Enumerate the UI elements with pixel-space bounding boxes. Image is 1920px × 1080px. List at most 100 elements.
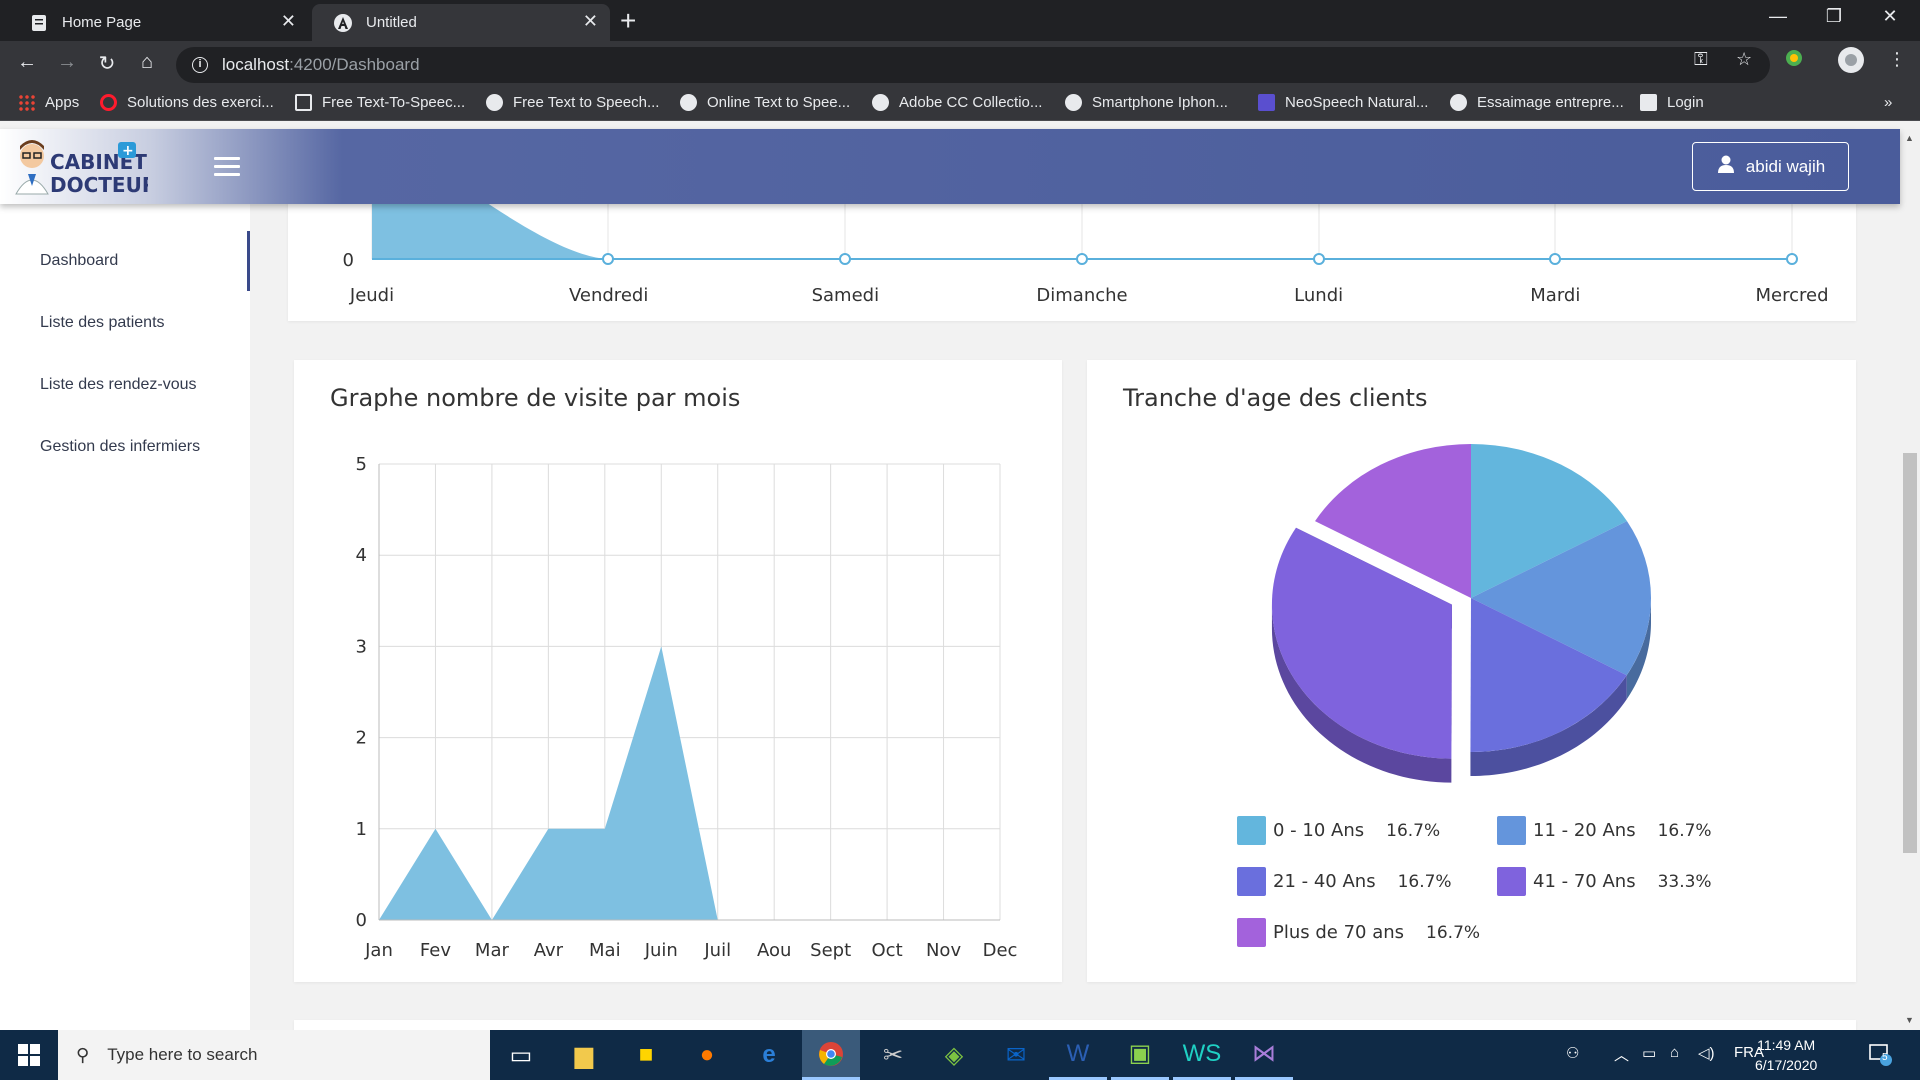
weekly-point	[1786, 253, 1798, 265]
legend-swatch	[1237, 918, 1266, 947]
firefox-icon[interactable]: ●	[678, 1030, 736, 1080]
task-view-icon[interactable]: ▭	[492, 1030, 550, 1080]
legend-item[interactable]: 0 - 10 Ans 16.7%	[1237, 816, 1440, 845]
more-bookmarks-icon[interactable]: »	[1884, 94, 1892, 111]
globe-icon	[680, 94, 697, 111]
bookmark-item[interactable]: Essaimage entrepre...	[1450, 94, 1624, 111]
page-scrollbar[interactable]: ▲ ▼	[1900, 129, 1920, 1030]
key-icon[interactable]: ⚿	[1694, 49, 1708, 70]
profile-avatar[interactable]	[1838, 47, 1864, 78]
menu-kebab-icon[interactable]: ⋮	[1888, 49, 1906, 70]
outlook-icon[interactable]: ✉	[987, 1030, 1045, 1080]
site-info-icon[interactable]: i	[192, 57, 208, 73]
hamburger-menu-icon[interactable]	[214, 157, 240, 177]
back-icon[interactable]: ←	[12, 51, 42, 74]
visual-studio-icon[interactable]: ⋈	[1235, 1030, 1293, 1080]
clock-time: 11:49 AM	[1757, 1037, 1816, 1053]
file-explorer-icon[interactable]: ▆	[555, 1030, 613, 1080]
volume-icon[interactable]: ◁)	[1698, 1044, 1715, 1062]
bookmark-item[interactable]: Adobe CC Collectio...	[872, 94, 1042, 111]
globe-icon	[1450, 94, 1467, 111]
sticky-notes-icon[interactable]: ■	[617, 1030, 675, 1080]
age-pie-chart	[1271, 444, 1651, 783]
legend-label: 21 - 40 Ans	[1273, 871, 1376, 892]
pycharm-icon[interactable]: ▣	[1111, 1030, 1169, 1080]
x-tick-label: Mai	[589, 940, 621, 961]
legend-swatch	[1497, 867, 1526, 896]
bookmark-item[interactable]: Login	[1640, 94, 1704, 111]
start-button[interactable]	[0, 1030, 58, 1080]
battery-icon[interactable]: ▭	[1642, 1044, 1656, 1062]
scroll-down-icon[interactable]: ▼	[1905, 1015, 1914, 1025]
network-icon[interactable]: ⌂	[1670, 1044, 1679, 1061]
forward-icon[interactable]: →	[52, 51, 82, 74]
bookmark-item[interactable]: Free Text-To-Speec...	[295, 94, 465, 111]
legend-label: Plus de 70 ans	[1273, 922, 1405, 943]
address-bar[interactable]: i localhost:4200/Dashboard	[176, 47, 1770, 83]
star-icon[interactable]: ☆	[1736, 49, 1752, 70]
tab-untitled[interactable]: Untitled ✕	[312, 4, 610, 41]
snipping-tool-icon[interactable]: ✂	[864, 1030, 922, 1080]
chrome-icon[interactable]	[802, 1030, 860, 1080]
sidebar-item-infermiers[interactable]: Gestion des infermiers	[0, 417, 250, 477]
android-studio-icon[interactable]: ◈	[925, 1030, 983, 1080]
bookmark-item[interactable]: Free Text to Speech...	[486, 94, 659, 111]
legend-label: 11 - 20 Ans	[1533, 820, 1636, 841]
show-hidden-icons-icon[interactable]: ︿	[1614, 1044, 1629, 1065]
word-icon[interactable]: W	[1049, 1030, 1107, 1080]
notifications-icon[interactable]: 5	[1868, 1042, 1892, 1070]
extension-icon[interactable]	[1785, 49, 1803, 72]
notification-count: 5	[1882, 1052, 1888, 1063]
x-tick-label: Aou	[757, 940, 791, 961]
tab-home-page[interactable]: Home Page ✕	[8, 4, 308, 41]
bookmark-item[interactable]: Solutions des exerci...	[100, 94, 274, 111]
weekly-point	[602, 253, 614, 265]
legend-swatch	[1237, 816, 1266, 845]
cabinet-docteur-logo[interactable]: CABINET DOCTEUR +	[10, 134, 157, 199]
sidebar-item-label: Liste des rendez-vous	[40, 376, 197, 393]
taskbar-search-input[interactable]: ⚲ Type here to search	[58, 1030, 490, 1080]
sidebar-item-label: Gestion des infermiers	[40, 438, 201, 455]
close-window-icon[interactable]: ✕	[1870, 6, 1910, 27]
legend-item[interactable]: Plus de 70 ans 16.7%	[1237, 918, 1480, 947]
webstorm-icon[interactable]: WS	[1173, 1030, 1231, 1080]
system-clock[interactable]: 11:49 AM 6/17/2020	[1755, 1035, 1817, 1075]
x-tick-label: Fev	[420, 940, 451, 961]
close-tab-icon[interactable]: ✕	[281, 11, 296, 32]
x-tick-label: Vendredi	[569, 285, 648, 306]
legend-item[interactable]: 11 - 20 Ans 16.7%	[1497, 816, 1712, 845]
legend-percent: 16.7%	[1657, 820, 1712, 841]
bookmark-item[interactable]: NeoSpeech Natural...	[1258, 94, 1428, 111]
legend-item[interactable]: 41 - 70 Ans 33.3%	[1497, 867, 1712, 896]
restore-icon[interactable]: ❐	[1814, 6, 1854, 27]
page-icon	[1640, 94, 1657, 111]
search-icon: ⚲	[76, 1044, 90, 1065]
x-tick-label: Samedi	[812, 285, 880, 306]
close-tab-icon[interactable]: ✕	[583, 11, 598, 32]
home-icon[interactable]: ⌂	[132, 51, 162, 74]
legend-percent: 16.7%	[1426, 922, 1481, 943]
x-tick-label: Dimanche	[1036, 285, 1127, 306]
age-range-card: Tranche d'age des clients 0 - 10 Ans 16.…	[1087, 360, 1856, 982]
edge-icon[interactable]: e	[740, 1030, 798, 1080]
url-path: :4200/Dashboard	[289, 55, 420, 74]
bookmark-item[interactable]: Online Text to Spee...	[680, 94, 850, 111]
scroll-up-icon[interactable]: ▲	[1905, 133, 1914, 143]
sidebar-item-dashboard[interactable]: Dashboard	[0, 231, 250, 291]
scrollbar-thumb[interactable]	[1903, 453, 1917, 853]
x-tick-label: Oct	[872, 940, 903, 961]
reload-icon[interactable]: ↻	[92, 51, 122, 76]
sidebar-item-patients[interactable]: Liste des patients	[0, 293, 250, 353]
bookmark-apps[interactable]: Apps	[18, 94, 79, 111]
legend-percent: 33.3%	[1657, 871, 1712, 892]
legend-item[interactable]: 21 - 40 Ans 16.7%	[1237, 867, 1452, 896]
user-account-button[interactable]: abidi wajih	[1692, 142, 1849, 191]
bookmark-item[interactable]: Smartphone Iphon...	[1065, 94, 1228, 111]
minimize-icon[interactable]: —	[1758, 6, 1798, 27]
sidebar-item-rendez-vous[interactable]: Liste des rendez-vous	[0, 355, 250, 415]
x-tick-label: Mardi	[1530, 285, 1580, 306]
x-tick-label: Sept	[810, 940, 851, 961]
people-icon[interactable]: ⚇	[1566, 1044, 1579, 1062]
clock-date: 6/17/2020	[1755, 1057, 1818, 1073]
new-tab-button[interactable]: +	[620, 7, 636, 35]
